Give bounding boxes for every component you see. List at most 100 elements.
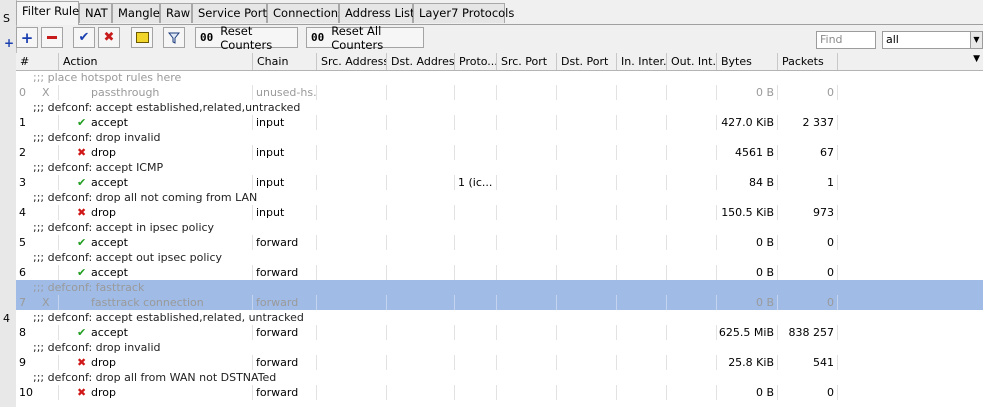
rule-dst-address bbox=[387, 205, 455, 220]
rule-in-interface bbox=[617, 205, 667, 220]
column-header-dst-address[interactable]: Dst. Address bbox=[387, 53, 455, 70]
comment-row[interactable]: ;;; defconf: fasttrack bbox=[16, 280, 983, 295]
column-header-src-address[interactable]: Src. Address bbox=[317, 53, 387, 70]
disable-button[interactable]: ✖ bbox=[98, 27, 120, 48]
comment-button[interactable] bbox=[131, 27, 153, 48]
table-row[interactable]: 0 Xpassthrough unused-hs... 0 B0 bbox=[16, 85, 983, 100]
rule-dst-address bbox=[387, 115, 455, 130]
rule-bytes: 150.5 KiB bbox=[717, 205, 778, 220]
column-header-src-port[interactable]: Src. Port bbox=[497, 53, 557, 70]
rule-src-port bbox=[497, 265, 557, 280]
rule-out-interface bbox=[667, 265, 717, 280]
drop-x-icon: ✖ bbox=[77, 206, 87, 219]
tab-address-lists[interactable]: Address Lists bbox=[339, 3, 421, 23]
column-header-packets[interactable]: Packets bbox=[778, 53, 838, 70]
tab-layer7-protocols[interactable]: Layer7 Protocols bbox=[413, 3, 514, 23]
gutter-add-icon: + bbox=[4, 36, 15, 50]
table-row[interactable]: 1 ✔ accept input 427.0 KiB 2 337 bbox=[16, 115, 983, 130]
accept-check-icon: ✔ bbox=[77, 116, 87, 129]
rule-src-port bbox=[497, 355, 557, 370]
tab-mangle[interactable]: Mangle bbox=[112, 3, 160, 23]
rule-action: accept bbox=[91, 326, 128, 339]
table-row[interactable]: 8 ✔ accept forward 625.5 MiB 838 257 bbox=[16, 325, 983, 340]
rule-dst-address bbox=[387, 295, 455, 310]
rule-number: 6 bbox=[19, 266, 26, 279]
filter-select[interactable]: all ▼ bbox=[882, 31, 983, 49]
rule-number: 7 bbox=[19, 296, 26, 309]
table-row[interactable]: 5 ✔ accept forward 0 B0 bbox=[16, 235, 983, 250]
rule-comment: ;;; defconf: drop invalid bbox=[33, 341, 161, 354]
reset-all-counters-button[interactable]: 00 Reset All Counters bbox=[306, 24, 424, 52]
filter-button[interactable] bbox=[163, 27, 185, 48]
table-row[interactable]: 6 ✔ accept forward 0 B0 bbox=[16, 265, 983, 280]
enable-button[interactable]: ✔ bbox=[73, 27, 95, 48]
rule-action-cell: passthrough bbox=[59, 85, 253, 100]
table-row[interactable]: 3 ✔ accept input 1 (ic... 84 B1 bbox=[16, 175, 983, 190]
gutter-letter: S bbox=[3, 12, 10, 25]
find-input[interactable]: Find bbox=[816, 31, 876, 49]
rule-comment: ;;; place hotspot rules here bbox=[33, 71, 182, 84]
rule-number-cell: 7X bbox=[16, 295, 59, 310]
rule-out-interface bbox=[667, 205, 717, 220]
rule-src-address bbox=[317, 355, 387, 370]
tab-service-ports[interactable]: Service Ports bbox=[192, 3, 273, 23]
column-header-bytes[interactable]: Bytes bbox=[717, 53, 778, 70]
rule-packets: 67 bbox=[778, 145, 838, 160]
rule-in-interface bbox=[617, 175, 667, 190]
comment-row[interactable]: ;;; defconf: drop all not coming from LA… bbox=[16, 190, 983, 205]
column-menu-icon[interactable]: ▼ bbox=[973, 54, 980, 64]
table-row[interactable]: 4 ✖ drop input 150.5 KiB 973 bbox=[16, 205, 983, 220]
rule-action: accept bbox=[91, 236, 128, 249]
rule-dst-address bbox=[387, 355, 455, 370]
rule-in-interface bbox=[617, 145, 667, 160]
column-header-in-interface[interactable]: In. Inter... bbox=[617, 53, 667, 70]
rule-out-interface bbox=[667, 175, 717, 190]
column-header-number[interactable]: # bbox=[16, 53, 59, 70]
rule-packets: 1 bbox=[778, 175, 838, 190]
remove-button[interactable] bbox=[41, 27, 63, 48]
comment-row[interactable]: ;;; defconf: drop invalid bbox=[16, 130, 983, 145]
comment-row[interactable]: ;;; place hotspot rules here bbox=[16, 70, 983, 85]
rule-bytes: 0 B bbox=[717, 265, 778, 280]
table-row[interactable]: 10 ✖ drop forward 0 B0 bbox=[16, 385, 983, 400]
column-header-chain[interactable]: Chain bbox=[253, 53, 317, 70]
comment-row[interactable]: ;;; defconf: accept ICMP bbox=[16, 160, 983, 175]
table-row[interactable]: 7 Xfasttrack connection forward 0 B0 bbox=[16, 295, 983, 310]
tab-nat[interactable]: NAT bbox=[79, 3, 112, 23]
table-row[interactable]: 2 ✖ drop input 4561 B 67 bbox=[16, 145, 983, 160]
column-header-dst-port[interactable]: Dst. Port bbox=[557, 53, 617, 70]
column-header-protocol[interactable]: Proto... bbox=[455, 53, 497, 70]
add-button[interactable]: + bbox=[16, 27, 38, 48]
reset-counters-button[interactable]: 00 Reset Counters bbox=[195, 24, 298, 52]
tab-raw[interactable]: Raw bbox=[160, 3, 192, 23]
comment-row[interactable]: ;;; defconf: drop all from WAN not DSTNA… bbox=[16, 370, 983, 385]
rule-src-port bbox=[497, 295, 557, 310]
minus-icon bbox=[47, 36, 57, 39]
rule-chain: input bbox=[253, 115, 317, 130]
rule-dst-address bbox=[387, 85, 455, 100]
rule-comment: ;;; defconf: drop invalid bbox=[33, 131, 161, 144]
accept-check-icon: ✔ bbox=[77, 176, 87, 189]
comment-row[interactable]: ;;; defconf: accept established,related,… bbox=[16, 310, 983, 325]
rule-action-cell: ✖ drop bbox=[59, 145, 253, 160]
comment-row[interactable]: ;;; defconf: accept in ipsec policy bbox=[16, 220, 983, 235]
rule-action-cell: ✔ accept bbox=[59, 175, 253, 190]
column-header-out-interface[interactable]: Out. Int... bbox=[667, 53, 717, 70]
rule-in-interface bbox=[617, 325, 667, 340]
rule-dst-address bbox=[387, 265, 455, 280]
accept-check-icon: ✔ bbox=[77, 326, 87, 339]
table-row[interactable]: 9 ✖ drop forward 25.8 KiB 541 bbox=[16, 355, 983, 370]
comment-row[interactable]: ;;; defconf: drop invalid bbox=[16, 340, 983, 355]
column-header-action[interactable]: Action bbox=[59, 53, 253, 70]
rule-number-cell: 2 bbox=[16, 145, 59, 160]
tab-connections[interactable]: Connections bbox=[267, 3, 344, 23]
comment-row[interactable]: ;;; defconf: accept established,related,… bbox=[16, 100, 983, 115]
comment-row[interactable]: ;;; defconf: accept out ipsec policy bbox=[16, 250, 983, 265]
rule-dst-port bbox=[557, 175, 617, 190]
rule-action-cell: ✖ drop bbox=[59, 355, 253, 370]
tab-filter-rules[interactable]: Filter Rules bbox=[16, 1, 85, 25]
chevron-down-icon: ▼ bbox=[970, 31, 983, 49]
rule-protocol bbox=[455, 355, 497, 370]
rule-action-cell: ✔ accept bbox=[59, 265, 253, 280]
rule-chain: forward bbox=[253, 385, 317, 400]
